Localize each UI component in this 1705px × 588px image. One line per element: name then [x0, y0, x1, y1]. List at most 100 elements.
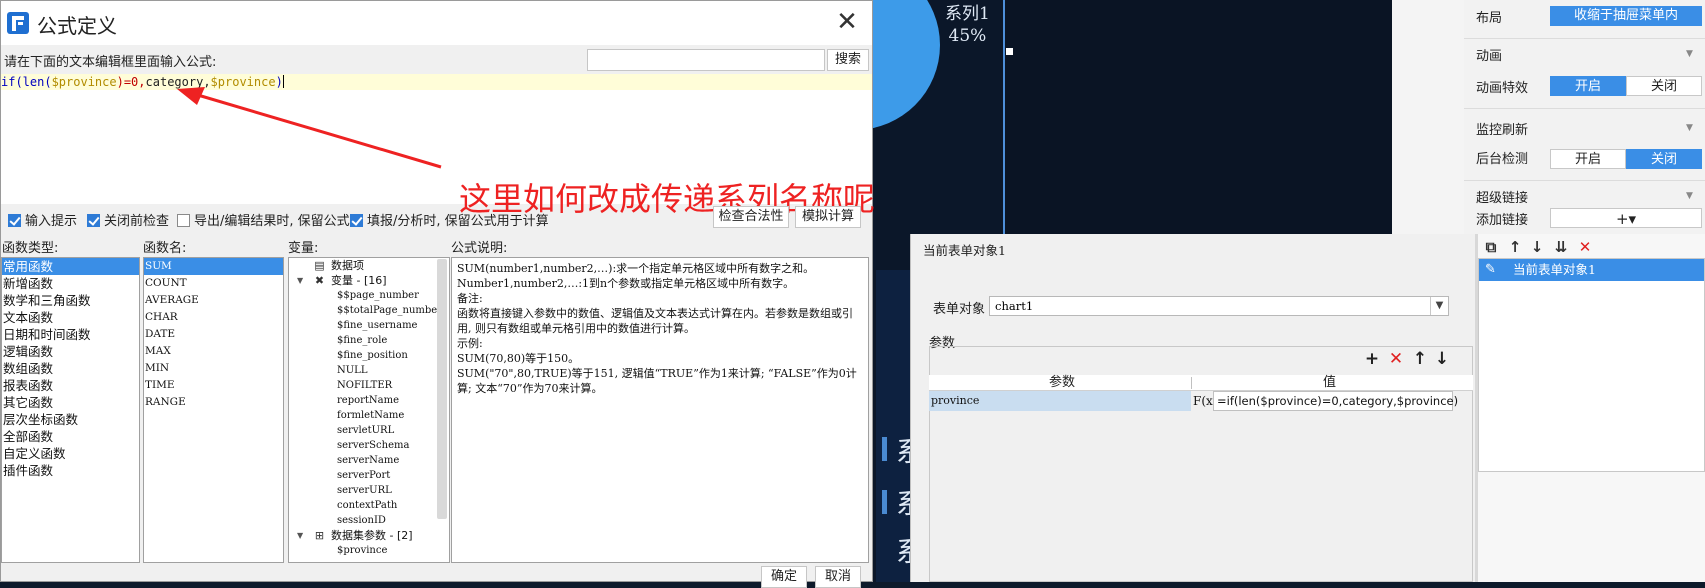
fn-name-item[interactable]: CHAR: [144, 309, 283, 326]
tree-leaf-variable[interactable]: sessionID: [295, 513, 449, 528]
keep-on-fill-checkbox[interactable]: 填报/分析时, 保留公式用于计算: [350, 210, 549, 229]
move-up-icon[interactable]: ↑: [1411, 350, 1429, 368]
keep-on-export-checkbox[interactable]: 导出/编辑结果时, 保留公式: [177, 210, 350, 229]
close-icon[interactable]: ✕: [833, 9, 861, 37]
tree-leaf-variable[interactable]: $fine_position: [295, 348, 449, 363]
form-object-label: 表单对象: [933, 302, 986, 317]
list-item[interactable]: ✎ 当前表单对象1: [1479, 259, 1704, 281]
tree-node-data-items[interactable]: ▤ 数据项: [295, 258, 449, 273]
formula-line[interactable]: if(len($province)=0,category,$province): [1, 74, 872, 90]
table-row[interactable]: province F(x) =if(len($province)=0,categ…: [929, 391, 1473, 411]
resize-handle[interactable]: [1006, 48, 1013, 55]
tree-leaf-variable[interactable]: $fine_username: [295, 318, 449, 333]
checkbox-unchecked-icon[interactable]: [177, 214, 190, 227]
tree-node-variables[interactable]: ▼ ✖ 变量 - [16]: [295, 273, 449, 288]
edit-icon[interactable]: ✎: [1485, 259, 1496, 281]
check-validity-button[interactable]: 检查合法性: [713, 206, 789, 228]
tree-node-dataset-params[interactable]: ▼ ⊞ 数据集参数 - [2]: [295, 528, 449, 543]
add-icon[interactable]: +: [1363, 350, 1381, 368]
cancel-button[interactable]: 取消: [815, 566, 861, 588]
fn-name-item[interactable]: MIN: [144, 360, 283, 377]
fn-type-item[interactable]: 文本函数: [2, 309, 139, 326]
chevron-down-icon[interactable]: ▼: [1686, 123, 1693, 133]
fn-type-item[interactable]: 插件函数: [2, 462, 139, 479]
backend-check-off-button[interactable]: 关闭: [1626, 149, 1702, 169]
chevron-down-icon[interactable]: ▼: [1430, 297, 1448, 315]
tree-leaf-variable[interactable]: servletURL: [295, 423, 449, 438]
checkbox-checked-icon[interactable]: [8, 214, 21, 227]
fn-type-item[interactable]: 数组函数: [2, 360, 139, 377]
chevron-down-icon[interactable]: ▼: [1686, 49, 1693, 59]
tree-leaf-variable[interactable]: serverSchema: [295, 438, 449, 453]
fn-name-item[interactable]: AVERAGE: [144, 292, 283, 309]
tree-leaf-variable[interactable]: reportName: [295, 393, 449, 408]
formula-icon[interactable]: F(x): [1193, 393, 1217, 409]
move-up-icon[interactable]: ↑: [1506, 238, 1524, 256]
fn-name-item[interactable]: RANGE: [144, 394, 283, 411]
simulate-button[interactable]: 模拟计算: [795, 206, 861, 228]
animation-on-button[interactable]: 开启: [1550, 76, 1626, 96]
tree-leaf-variable[interactable]: NOFILTER: [295, 378, 449, 393]
expand-toggle-icon[interactable]: ▼: [297, 528, 303, 543]
tree-leaf-variable[interactable]: contextPath: [295, 498, 449, 513]
tree-leaf-variable-label: servletURL: [337, 425, 395, 436]
fn-type-item[interactable]: 逻辑函数: [2, 343, 139, 360]
check-on-close-checkbox[interactable]: 关闭前检查: [87, 210, 169, 229]
param-value-cell[interactable]: =if(len($province)=0,category,$province): [1213, 391, 1458, 411]
fn-type-item[interactable]: 日期和时间函数: [2, 326, 139, 343]
checkbox-checked-icon[interactable]: [87, 214, 100, 227]
chevron-down-icon[interactable]: ▼: [1686, 191, 1693, 201]
monitor-refresh-section[interactable]: 监控刷新: [1476, 119, 1528, 138]
fn-type-item[interactable]: 常用函数: [2, 258, 139, 275]
tree-leaf-variable[interactable]: $fine_role: [295, 333, 449, 348]
tree-leaf-variable[interactable]: formletName: [295, 408, 449, 423]
search-button[interactable]: 搜索: [827, 49, 869, 71]
keep-on-export-label: 导出/编辑结果时, 保留公式: [194, 214, 350, 229]
backend-check-on-button[interactable]: 开启: [1550, 149, 1626, 169]
expand-toggle-icon[interactable]: ▼: [297, 273, 303, 288]
add-link-button[interactable]: +▾: [1550, 208, 1702, 228]
fn-name-item[interactable]: COUNT: [144, 275, 283, 292]
animation-section[interactable]: 动画: [1476, 45, 1502, 64]
move-bottom-icon[interactable]: ⇊: [1552, 238, 1570, 256]
fn-name-item[interactable]: SUM: [144, 258, 283, 275]
tree-leaf-variable[interactable]: $$totalPage_number: [295, 303, 449, 318]
tree-leaf-variable[interactable]: serverName: [295, 453, 449, 468]
copy-icon[interactable]: ⧉: [1482, 238, 1500, 256]
text-caret: [282, 75, 284, 88]
input-hint-checkbox[interactable]: 输入提示: [8, 210, 77, 229]
fn-type-item[interactable]: 报表函数: [2, 377, 139, 394]
checkbox-checked-icon[interactable]: [350, 214, 363, 227]
tree-leaf-variable-label: serverPort: [337, 470, 391, 481]
check-on-close-label: 关闭前检查: [104, 214, 170, 229]
layout-select[interactable]: 收缩于抽屉菜单内: [1550, 6, 1702, 26]
fn-type-item[interactable]: 数学和三角函数: [2, 292, 139, 309]
ok-button[interactable]: 确定: [761, 566, 807, 588]
description-line: 示例:: [457, 337, 483, 350]
fn-type-item[interactable]: 新增函数: [2, 275, 139, 292]
dialog-title-bar[interactable]: 公式定义 ✕: [1, 1, 872, 45]
tree-leaf-variable[interactable]: NULL: [295, 363, 449, 378]
fn-type-item[interactable]: 层次坐标函数: [2, 411, 139, 428]
delete-icon[interactable]: ✕: [1387, 350, 1405, 368]
fn-type-item[interactable]: 其它函数: [2, 394, 139, 411]
form-object-select[interactable]: chart1 ▼: [989, 296, 1449, 316]
animation-off-button[interactable]: 关闭: [1626, 76, 1702, 96]
hyperlink-section[interactable]: 超级链接: [1476, 187, 1528, 206]
fn-name-item[interactable]: DATE: [144, 326, 283, 343]
move-down-icon[interactable]: ↓: [1528, 238, 1546, 256]
tree-leaf-variable[interactable]: serverPort: [295, 468, 449, 483]
delete-icon[interactable]: ✕: [1576, 238, 1594, 256]
search-input[interactable]: [587, 49, 825, 71]
tree-leaf-param[interactable]: $province: [295, 543, 449, 558]
fn-name-item[interactable]: TIME: [144, 377, 283, 394]
fn-name-item[interactable]: MAX: [144, 343, 283, 360]
fn-type-item[interactable]: 自定义函数: [2, 445, 139, 462]
tree-leaf-variable[interactable]: serverURL: [295, 483, 449, 498]
variable-scrollbar[interactable]: [437, 259, 447, 519]
fn-type-item[interactable]: 全部函数: [2, 428, 139, 445]
panel-title: 当前表单对象1: [923, 243, 1006, 258]
tree-leaf-variable[interactable]: $$page_number: [295, 288, 449, 303]
move-down-icon[interactable]: ↓: [1433, 350, 1451, 368]
param-name-cell[interactable]: province: [929, 391, 1191, 411]
